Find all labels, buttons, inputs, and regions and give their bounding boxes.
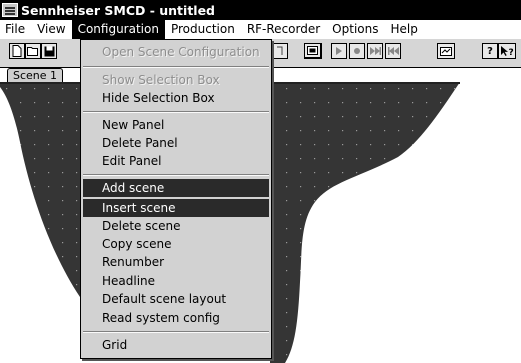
menu-file[interactable]: File	[0, 20, 31, 39]
record-icon[interactable]	[349, 43, 365, 59]
menu-options[interactable]: Options	[326, 20, 384, 39]
new-file-icon[interactable]	[9, 43, 25, 59]
menu-separator	[83, 331, 269, 333]
menu-bar: File View Configuration Production RF-Re…	[0, 20, 521, 39]
open-file-icon[interactable]	[25, 43, 41, 59]
menu-production[interactable]: Production	[165, 20, 241, 39]
menu-view[interactable]: View	[31, 20, 71, 39]
menu-rf-recorder[interactable]: RF-Recorder	[241, 20, 326, 39]
window-icon[interactable]	[437, 43, 455, 59]
menu-item-add-scene[interactable]: Add scene	[83, 179, 269, 197]
app-icon[interactable]	[2, 3, 18, 17]
window-title: Sennheiser SMCD - untitled	[21, 2, 216, 18]
menu-item-default-scene-layout[interactable]: Default scene layout	[83, 290, 269, 308]
menu-item-delete-panel[interactable]: Delete Panel	[83, 134, 269, 152]
svg-text:?: ?	[509, 48, 514, 57]
play-icon[interactable]	[331, 43, 347, 59]
menu-item-delete-scene[interactable]: Delete scene	[83, 217, 269, 235]
save-icon[interactable]	[41, 43, 57, 59]
help-icon[interactable]: ?	[482, 43, 498, 59]
monitor-icon[interactable]	[304, 43, 322, 59]
disabled-toolbar-icon	[272, 43, 288, 59]
menu-item-hide-selection-box[interactable]: Hide Selection Box	[83, 89, 269, 107]
title-bar: Sennheiser SMCD - untitled	[0, 0, 521, 20]
menu-item-read-system-config[interactable]: Read system config	[83, 309, 269, 327]
menu-separator	[83, 66, 269, 68]
context-help-icon[interactable]: ?	[498, 43, 516, 59]
menu-item-show-selection-box: Show Selection Box	[102, 73, 220, 87]
tab-scene-1[interactable]: Scene 1	[7, 68, 64, 83]
menu-item-renumber[interactable]: Renumber	[83, 253, 269, 271]
skip-forward-icon[interactable]	[367, 43, 383, 59]
menu-separator	[83, 111, 269, 113]
menu-help[interactable]: Help	[384, 20, 423, 39]
menu-configuration[interactable]: Configuration	[71, 20, 165, 39]
menu-item-headline[interactable]: Headline	[83, 272, 269, 290]
skip-back-icon[interactable]	[385, 43, 401, 59]
configuration-menu: Open Scene Configuration Show Selection …	[80, 39, 272, 359]
menu-item-new-panel[interactable]: New Panel	[83, 116, 269, 134]
menu-item-edit-panel[interactable]: Edit Panel	[83, 152, 269, 170]
menu-item-open-scene-configuration: Open Scene Configuration	[102, 45, 260, 59]
menu-item-insert-scene[interactable]: Insert scene	[83, 199, 269, 217]
menu-item-copy-scene[interactable]: Copy scene	[83, 235, 269, 253]
menu-item-grid[interactable]: Grid	[83, 336, 269, 354]
menu-separator	[83, 174, 269, 176]
